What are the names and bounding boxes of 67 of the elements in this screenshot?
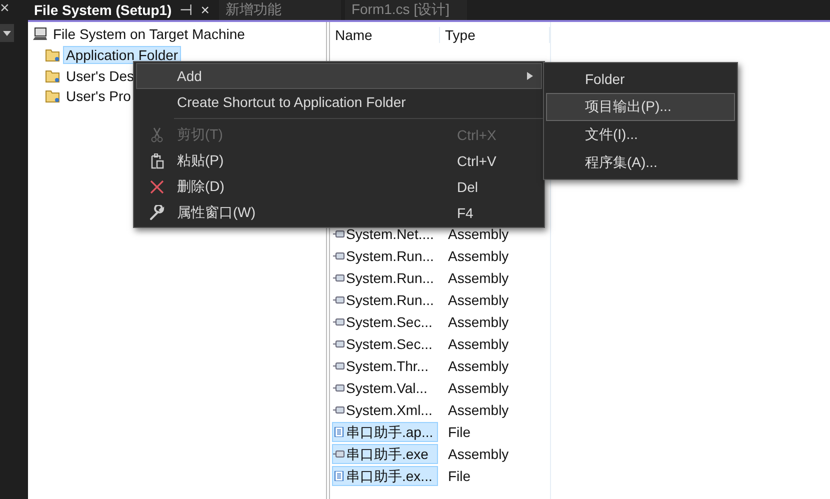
menu-item[interactable]: Create Shortcut to Application Folder — [136, 89, 542, 115]
file-type-cell-text: Assembly — [447, 248, 509, 264]
assembly-icon — [333, 405, 345, 415]
scissors-icon — [149, 127, 165, 143]
close-button[interactable]: × — [200, 2, 210, 18]
folder-icon — [45, 68, 61, 83]
menu-item[interactable]: 程序集(A)... — [546, 149, 735, 177]
file-name-cell[interactable]: System.Net.... — [332, 224, 438, 244]
tree-item[interactable]: Application Folder — [63, 46, 182, 64]
menu-item[interactable]: 属性窗口(W) F4 — [136, 200, 542, 226]
file-name-cell[interactable]: System.Run... — [332, 246, 438, 266]
file-name-cell[interactable]: System.Thr... — [332, 356, 438, 376]
delete-icon — [149, 179, 165, 195]
assembly-icon — [333, 361, 345, 371]
file-type-cell-text: Assembly — [447, 270, 509, 286]
assembly-icon — [333, 295, 345, 305]
document-icon — [333, 471, 345, 481]
file-type-cell-text: Assembly — [447, 358, 509, 374]
column-header[interactable]: Name — [330, 26, 440, 42]
menu-item[interactable]: 粘贴(P) Ctrl+V — [136, 148, 542, 174]
wrench-icon — [149, 205, 165, 221]
file-type-cell-text: Assembly — [447, 402, 509, 418]
file-name-cell[interactable]: System.Run... — [332, 290, 438, 310]
file-type-cell-text: Assembly — [447, 336, 509, 352]
column-header[interactable]: Type — [440, 26, 550, 42]
assembly-icon — [333, 273, 345, 283]
tree-item[interactable]: User's Des — [63, 66, 138, 85]
file-name-cell[interactable]: System.Val... — [332, 378, 438, 398]
file-name-cell[interactable]: System.Sec... — [332, 312, 438, 332]
file-type-cell-text: File — [447, 468, 471, 484]
file-name-cell[interactable]: System.Xml... — [332, 400, 438, 420]
file-type-cell-text: Assembly — [447, 314, 509, 330]
file-name-cell[interactable]: System.Run... — [332, 268, 438, 288]
clipboard-icon — [149, 153, 165, 169]
file-type-cell-text: Assembly — [447, 380, 509, 396]
document-icon — [333, 427, 345, 437]
menu-item[interactable]: Folder — [546, 65, 735, 93]
folder-icon — [45, 89, 61, 104]
assembly-icon — [333, 449, 345, 459]
file-type-cell-text: Assembly — [447, 292, 509, 308]
file-name-cell[interactable]: 串口助手.exe — [332, 444, 438, 464]
menu-item[interactable]: 文件(I)... — [546, 121, 735, 149]
file-name-cell[interactable]: System.Sec... — [332, 334, 438, 354]
file-type-cell-text: Assembly — [447, 226, 509, 242]
computer-icon — [32, 27, 48, 42]
file-name-cell[interactable]: 串口助手.ap... — [332, 422, 438, 442]
menu-item[interactable]: 项目输出(P)... — [546, 93, 735, 121]
close-icon[interactable]: × — [0, 0, 12, 18]
menu-item[interactable]: Add — [136, 63, 542, 89]
assembly-icon — [333, 229, 345, 239]
tab[interactable]: 新增功能 — [219, 0, 342, 20]
pin-button[interactable]: ⊣ — [180, 1, 193, 19]
file-type-cell-text: Assembly — [447, 446, 509, 462]
folder-icon — [45, 48, 61, 62]
tree-item[interactable]: User's Pro — [63, 87, 134, 106]
assembly-icon — [333, 317, 345, 327]
caret-icon — [3, 30, 11, 36]
assembly-icon — [333, 339, 345, 349]
dropdown-button[interactable] — [0, 24, 14, 42]
tab[interactable]: Form1.cs [设计] — [345, 0, 468, 20]
file-type-cell-text: File — [447, 424, 471, 440]
tree-item[interactable]: File System on Target Machine — [50, 25, 248, 44]
assembly-icon — [333, 251, 345, 261]
submenu-arrow-icon — [527, 72, 533, 80]
file-name-cell[interactable]: 串口助手.ex... — [332, 466, 438, 486]
menu-item[interactable]: 删除(D) Del — [136, 174, 542, 200]
assembly-icon — [333, 383, 345, 393]
